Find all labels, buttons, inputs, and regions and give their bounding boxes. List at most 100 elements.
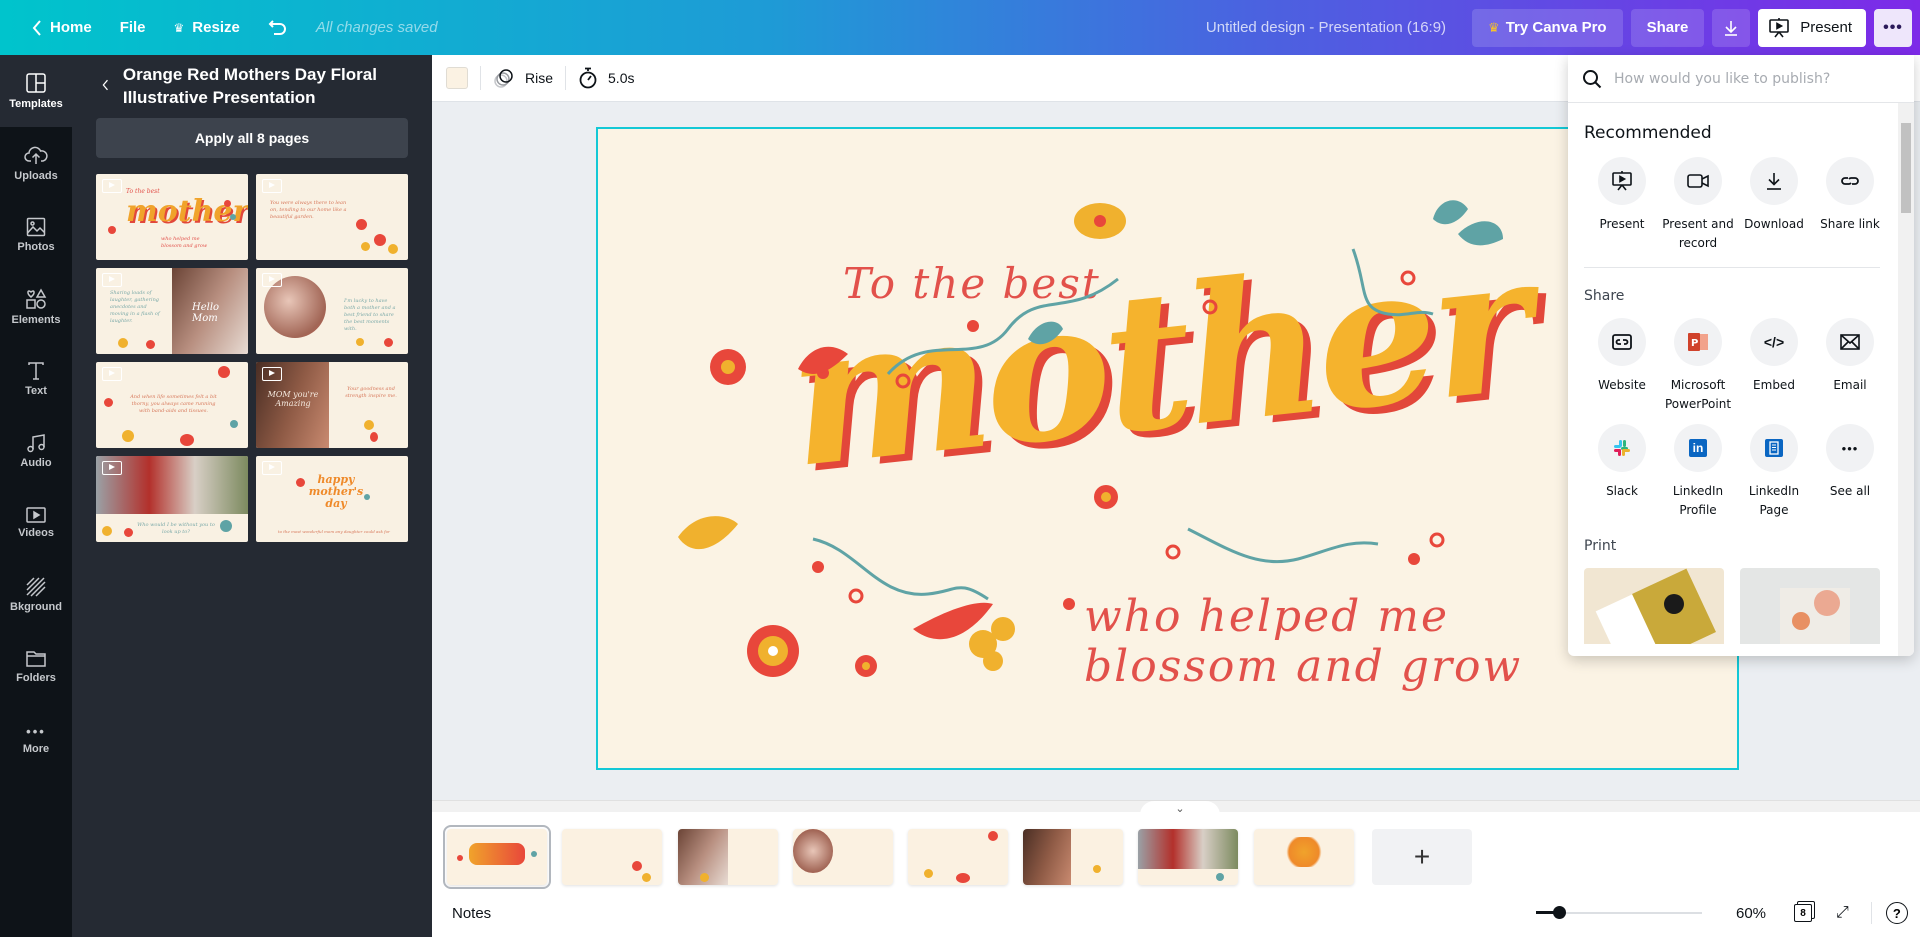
notes-button[interactable]: Notes xyxy=(452,905,491,922)
publish-scrollbar-thumb[interactable] xyxy=(1901,123,1911,213)
zoom-control: 60% 8 ⤢ ? xyxy=(1536,889,1908,937)
rail-label: Elements xyxy=(11,314,61,326)
publish-option-linkedin-profile[interactable]: in LinkedIn Profile xyxy=(1660,424,1736,520)
try-canva-pro-button[interactable]: ♛ Try Canva Pro xyxy=(1472,8,1623,47)
animation-button[interactable]: Rise xyxy=(493,68,553,88)
back-chevron-icon[interactable] xyxy=(102,77,109,93)
download-icon xyxy=(1725,20,1738,36)
rail-item-uploads[interactable]: Uploads xyxy=(0,127,72,199)
page-thumbnail-8[interactable] xyxy=(1254,829,1354,885)
share-label: Share xyxy=(1646,19,1689,36)
publish-search xyxy=(1568,55,1914,103)
search-icon xyxy=(1583,69,1602,88)
website-icon xyxy=(1612,334,1632,350)
rail-label: Templates xyxy=(9,98,63,110)
page-thumbnail-4[interactable] xyxy=(793,829,893,885)
publish-option-slack[interactable]: Slack xyxy=(1584,424,1660,520)
photo-icon xyxy=(26,217,46,237)
rail-item-audio[interactable]: Audio xyxy=(0,415,72,487)
present-label: Present xyxy=(1800,19,1852,36)
publish-option-email[interactable]: Email xyxy=(1812,318,1888,414)
undo-button[interactable] xyxy=(254,9,302,47)
template-page-6[interactable]: MOM you're Amazing Your goodness and str… xyxy=(256,362,408,448)
publish-option-download[interactable]: Download xyxy=(1736,157,1812,253)
template-page-2[interactable]: You were always there to lean on, tendin… xyxy=(256,174,408,260)
print-option-poster[interactable] xyxy=(1740,568,1880,644)
slide-headline-mother[interactable]: mother xyxy=(778,211,1536,510)
page-thumbnail-1[interactable] xyxy=(443,825,551,889)
page-thumbnail-7[interactable] xyxy=(1138,829,1238,885)
crown-icon: ♛ xyxy=(1488,19,1500,35)
present-icon xyxy=(1769,17,1790,37)
svg-text:P: P xyxy=(1691,338,1698,349)
grid-view-page-count-button[interactable]: 8 xyxy=(1794,904,1813,922)
page-thumbnail-5[interactable] xyxy=(908,829,1008,885)
slide-text-blossom-and-grow[interactable]: blossom and grow xyxy=(1084,641,1522,692)
try-pro-label: Try Canva Pro xyxy=(1505,19,1607,36)
powerpoint-icon: P xyxy=(1688,333,1708,351)
zoom-percentage[interactable]: 60% xyxy=(1736,905,1766,922)
template-page-1[interactable]: To the best mother who helped me blossom … xyxy=(96,174,248,260)
text-icon xyxy=(28,362,44,380)
fullscreen-expand-icon[interactable]: ⤢ xyxy=(1836,904,1849,922)
slide-text-who-helped-me[interactable]: who helped me xyxy=(1084,591,1449,642)
rail-label: Photos xyxy=(17,241,55,253)
publish-option-linkedin-page[interactable]: LinkedIn Page xyxy=(1736,424,1812,520)
rail-item-photos[interactable]: Photos xyxy=(0,199,72,271)
publish-option-embed[interactable]: </> Embed xyxy=(1736,318,1812,414)
publish-option-website[interactable]: Website xyxy=(1584,318,1660,414)
background-color-swatch[interactable] xyxy=(446,67,468,89)
add-page-button[interactable]: + xyxy=(1372,829,1472,885)
download-button[interactable] xyxy=(1712,8,1751,47)
help-button[interactable]: ? xyxy=(1870,902,1908,924)
print-heading: Print xyxy=(1584,538,1617,554)
publish-option-present[interactable]: Present xyxy=(1584,157,1660,253)
more-options-button[interactable]: ••• xyxy=(1874,8,1912,47)
side-rail: Templates Uploads Photos Elements Text A… xyxy=(0,55,72,937)
file-menu-button[interactable]: File xyxy=(106,9,160,47)
publish-option-see-all[interactable]: ••• See all xyxy=(1812,424,1888,520)
template-page-label: MOM you're Amazing xyxy=(267,390,319,408)
print-option-business-cards[interactable] xyxy=(1584,568,1724,644)
upload-cloud-icon xyxy=(24,146,48,164)
video-camera-icon xyxy=(1687,174,1709,188)
rail-item-elements[interactable]: Elements xyxy=(0,271,72,343)
rail-label: Bkground xyxy=(10,601,62,613)
publish-option-present-and-record[interactable]: Present and record xyxy=(1660,157,1736,253)
page-thumbnail-2[interactable] xyxy=(562,829,662,885)
slack-icon xyxy=(1614,440,1630,456)
video-play-icon xyxy=(102,179,122,193)
publish-search-input[interactable] xyxy=(1614,70,1884,87)
rail-item-more[interactable]: ••• More xyxy=(0,703,72,775)
folder-icon xyxy=(26,651,46,667)
resize-button[interactable]: ♛ Resize xyxy=(160,9,254,47)
publish-option-share-link[interactable]: Share link xyxy=(1812,157,1888,253)
share-button[interactable]: Share xyxy=(1630,8,1705,47)
publish-option-powerpoint[interactable]: P Microsoft PowerPoint xyxy=(1660,318,1736,414)
video-play-icon xyxy=(102,367,122,381)
template-page-5[interactable]: And when life sometimes felt a bit thorn… xyxy=(96,362,248,448)
rail-item-text[interactable]: Text xyxy=(0,343,72,415)
zoom-slider-knob[interactable] xyxy=(1553,906,1567,919)
template-page-3[interactable]: Sharing loads of laughter, gathering ane… xyxy=(96,268,248,354)
page-thumbnail-3[interactable] xyxy=(678,829,778,885)
rail-item-videos[interactable]: Videos xyxy=(0,487,72,559)
page-thumbnail-6[interactable] xyxy=(1023,829,1123,885)
publish-scrollbar[interactable] xyxy=(1898,103,1914,656)
design-title[interactable]: Untitled design - Presentation (16:9) xyxy=(1206,19,1446,36)
apply-all-pages-button[interactable]: Apply all 8 pages xyxy=(96,118,408,158)
download-icon xyxy=(1767,173,1781,190)
animation-label: Rise xyxy=(525,70,554,86)
zoom-slider[interactable] xyxy=(1536,906,1702,919)
linkedin-icon: in xyxy=(1689,439,1707,457)
present-button[interactable]: Present xyxy=(1758,8,1866,47)
template-page-7[interactable]: Who would I be without you to look up to… xyxy=(96,456,248,542)
rail-item-background[interactable]: Bkground xyxy=(0,559,72,631)
template-page-8[interactable]: happy mother's day to the most wonderful… xyxy=(256,456,408,542)
rail-item-folders[interactable]: Folders xyxy=(0,631,72,703)
templates-panel: Orange Red Mothers Day Floral Illustrati… xyxy=(72,55,432,937)
rail-item-templates[interactable]: Templates xyxy=(0,55,72,127)
template-page-4[interactable]: I'm lucky to have both a mother and a be… xyxy=(256,268,408,354)
duration-button[interactable]: 5.0s xyxy=(578,67,634,89)
home-button[interactable]: Home xyxy=(18,9,106,47)
